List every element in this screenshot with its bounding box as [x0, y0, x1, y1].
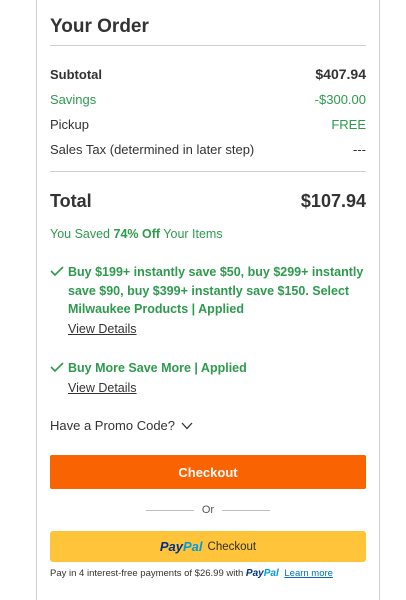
promo-code-toggle[interactable]: Have a Promo Code?: [50, 418, 193, 433]
pickup-row: Pickup FREE: [50, 117, 366, 132]
chevron-down-icon: [181, 422, 193, 429]
subtotal-label: Subtotal: [50, 66, 102, 82]
check-icon: [50, 266, 64, 276]
saved-suffix: Your Items: [163, 227, 223, 241]
pickup-value: FREE: [331, 117, 366, 132]
promotion-item: Buy More Save More | Applied View Detail…: [50, 359, 366, 397]
or-separator: Or: [50, 504, 366, 516]
pickup-label: Pickup: [50, 117, 90, 132]
sales-tax-row: Sales Tax (determined in later step) ---: [50, 142, 366, 157]
separator-line: [222, 509, 271, 511]
promotion-text: Buy More Save More | Applied: [68, 361, 247, 375]
subtotal-row: Subtotal $407.94: [50, 66, 366, 82]
subtotal-value: $407.94: [315, 66, 366, 82]
pay-in-4-text: Pay in 4 interest-free payments of $26.9…: [50, 568, 244, 579]
you-saved-text: You Saved 74% Off Your Items: [50, 227, 223, 241]
paypal-logo-small: PayPal: [245, 568, 279, 579]
sales-tax-value: ---: [353, 142, 366, 157]
view-details-link[interactable]: View Details: [68, 322, 137, 336]
order-summary-panel: Your Order Subtotal $407.94 Savings -$30…: [36, 0, 380, 600]
paypal-logo: PayPal: [159, 539, 203, 554]
separator-line: [145, 509, 194, 511]
divider: [50, 171, 366, 172]
savings-value: -$300.00: [314, 92, 366, 107]
view-details-link[interactable]: View Details: [68, 381, 137, 395]
divider: [50, 45, 366, 46]
paypal-checkout-label: Checkout: [207, 540, 257, 553]
promotion-item: Buy $199+ instantly save $50, buy $299+ …: [50, 263, 366, 338]
saved-percent: 74% Off: [113, 227, 161, 241]
or-label: Or: [201, 504, 215, 516]
promo-code-label: Have a Promo Code?: [50, 418, 176, 433]
savings-label: Savings: [50, 92, 97, 107]
sales-tax-label: Sales Tax (determined in later step): [50, 142, 255, 157]
savings-row: Savings -$300.00: [50, 92, 366, 107]
promotion-text: Buy $199+ instantly save $50, buy $299+ …: [68, 265, 364, 316]
learn-more-link[interactable]: Learn more: [284, 568, 333, 579]
order-title: Your Order: [50, 16, 149, 37]
total-label: Total: [50, 191, 92, 211]
saved-prefix: You Saved: [50, 227, 111, 241]
check-icon: [50, 362, 64, 372]
pay-in-4-message: Pay in 4 interest-free payments of $26.9…: [50, 568, 366, 579]
total-row: Total $107.94: [50, 191, 366, 212]
paypal-checkout-button[interactable]: PayPal Checkout: [50, 531, 366, 562]
checkout-button[interactable]: Checkout: [50, 455, 366, 489]
total-value: $107.94: [300, 191, 366, 211]
